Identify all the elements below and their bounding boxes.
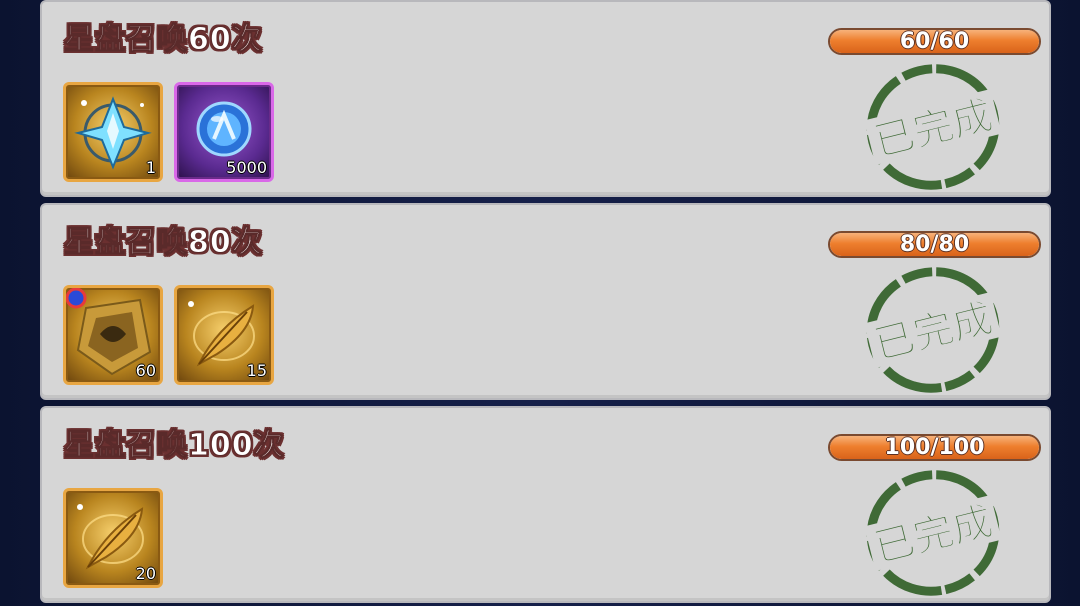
reward-count: 20 <box>135 564 156 583</box>
task-list: 星盘召唤60次 60/60 已完成 1 5000 星盘召唤80次 80/80 已… <box>40 0 1053 606</box>
progress-text: 100/100 <box>884 435 985 460</box>
progress-bar: 100/100 <box>828 434 1041 461</box>
reward-count: 1 <box>145 158 156 177</box>
reward-item[interactable]: 1 <box>63 82 163 182</box>
completed-stamp: 已完成 <box>864 64 1002 190</box>
task-card-100: 星盘召唤100次 100/100 已完成 20 <box>40 406 1051 603</box>
reward-item[interactable]: 15 <box>174 285 274 385</box>
progress-text: 80/80 <box>899 232 970 257</box>
reward-count: 60 <box>135 361 156 380</box>
task-title: 星盘召唤60次 <box>64 22 263 58</box>
stamp-label: 已完成 <box>870 92 998 166</box>
stamp-label: 已完成 <box>870 498 998 572</box>
task-title: 星盘召唤80次 <box>64 225 263 261</box>
reward-count: 5000 <box>226 158 267 177</box>
completed-stamp: 已完成 <box>864 267 1002 393</box>
reward-item[interactable]: 5000 <box>174 82 274 182</box>
progress-bar: 80/80 <box>828 231 1041 258</box>
task-title: 星盘召唤100次 <box>64 428 285 464</box>
task-card-80: 星盘召唤80次 80/80 已完成 60 15 <box>40 203 1051 400</box>
completed-stamp: 已完成 <box>864 470 1002 596</box>
reward-item[interactable]: 60 <box>63 285 163 385</box>
progress-bar: 60/60 <box>828 28 1041 55</box>
reward-count: 15 <box>246 361 267 380</box>
task-card-60: 星盘召唤60次 60/60 已完成 1 5000 <box>40 0 1051 197</box>
reward-item[interactable]: 20 <box>63 488 163 588</box>
stamp-label: 已完成 <box>870 295 998 369</box>
progress-text: 60/60 <box>899 29 970 54</box>
